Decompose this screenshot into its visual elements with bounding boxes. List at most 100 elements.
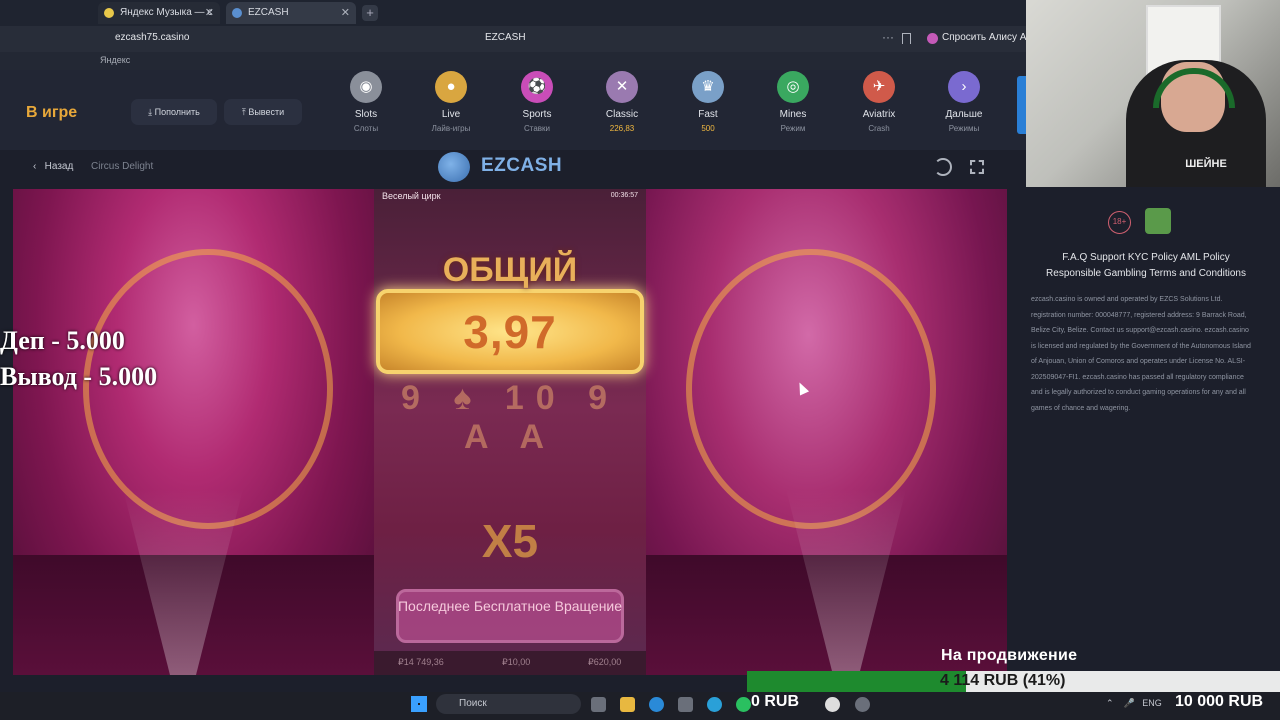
side-promo-tab[interactable]: [1017, 76, 1026, 134]
alisa-button[interactable]: Спросить Алису А: [927, 32, 1026, 43]
mines-icon: ◎: [777, 71, 809, 103]
footer-links[interactable]: Responsible Gambling Terms and Condition…: [1026, 268, 1266, 279]
app-icon[interactable]: [855, 697, 870, 712]
shirt-print: ШЕЙНЕ: [1185, 158, 1227, 170]
promo-label: На продвижение: [941, 647, 1078, 664]
stream-overlay-text: Деп - 5.000 Вывод - 5.000: [0, 323, 157, 395]
page-title: EZCASH: [485, 32, 526, 43]
category-sub: Ставки: [523, 124, 551, 133]
withdraw-button[interactable]: ⤒ Вывести: [224, 99, 302, 125]
category-label: Fast: [698, 109, 718, 120]
withdraw-label: Вывести: [248, 107, 285, 117]
site-logo[interactable]: EZCASH: [481, 155, 562, 177]
category-label: Live: [441, 109, 461, 120]
task-view-icon[interactable]: [591, 697, 606, 712]
game-title: Веселый цирк: [382, 191, 441, 201]
windows-start-icon[interactable]: [411, 696, 427, 712]
sports-icon: ⚽: [521, 71, 553, 103]
deposit-text: Деп - 5.000: [0, 326, 125, 355]
category-aviatrix[interactable]: ✈ Aviatrix Crash: [844, 70, 914, 140]
circus-arch: [686, 249, 936, 529]
more-icon[interactable]: ···: [882, 30, 894, 44]
back-button[interactable]: ‹ Назад: [33, 161, 73, 172]
tray-language: ⌃ 🎤 ENG: [1106, 698, 1162, 708]
game-footer: ₽14 749,36 ₽10,00 ₽620,00: [374, 651, 646, 675]
category-sub: Лайв-игры: [431, 124, 471, 133]
whatsapp-icon[interactable]: [736, 697, 751, 712]
bet-value: ₽10,00: [502, 657, 531, 667]
taskbar: [0, 692, 1280, 720]
category-sub: 226,83: [609, 124, 635, 133]
aviatrix-icon: ✈: [863, 71, 895, 103]
taskbar-total: 10 000 RUB: [1175, 693, 1264, 710]
license-icon[interactable]: [1145, 208, 1171, 234]
total-win: 3,97: [463, 306, 557, 358]
category-sub: Слоты: [353, 124, 379, 133]
category-live[interactable]: ● Live Лайв-игры: [416, 70, 486, 140]
total-label: ОБЩИЙ: [442, 251, 578, 289]
deposit-label: Пополнить: [154, 107, 200, 117]
edge-icon[interactable]: [649, 697, 664, 712]
category-slots[interactable]: ◉ Slots Слоты: [331, 70, 401, 140]
game-background-left: [13, 189, 374, 675]
win-value: ₽620,00: [588, 657, 622, 667]
category-sub: Crash: [868, 124, 890, 133]
category-sub: Режим: [780, 124, 806, 133]
classic-icon: ✕: [606, 71, 638, 103]
live-icon: ●: [435, 71, 467, 103]
close-icon[interactable]: ✕: [341, 2, 350, 24]
refresh-icon[interactable]: [934, 158, 952, 176]
tab-label: Яндекс Музыка — с: [120, 7, 213, 18]
back-label: Назад: [44, 161, 74, 172]
close-icon[interactable]: ✕: [205, 2, 214, 24]
next-icon: ›: [948, 71, 980, 103]
game-center[interactable]: Веселый цирк 00:36:57 ОБЩИЙ 3,97 9 ♠ 10 …: [374, 189, 646, 675]
folder-icon[interactable]: [620, 697, 635, 712]
game-frame[interactable]: Веселый цирк 00:36:57 ОБЩИЙ 3,97 9 ♠ 10 …: [13, 189, 1007, 675]
music-icon: [104, 8, 114, 18]
logo-icon: [438, 152, 470, 182]
game-clock: 00:36:57: [610, 192, 638, 199]
promo-progress-text: 4 114 RUB (41%): [940, 672, 1066, 689]
category-next[interactable]: › Дальше Режимы: [929, 70, 999, 140]
chrome-icon[interactable]: [825, 697, 840, 712]
url-field[interactable]: ezcash75.casino: [115, 32, 190, 43]
game-name: Circus Delight: [91, 161, 154, 172]
category-classic[interactable]: ✕ Classic 226,83: [587, 70, 657, 140]
store-icon[interactable]: [678, 697, 693, 712]
age-badge: 18+: [1108, 211, 1131, 234]
taskbar-search[interactable]: Поиск: [436, 694, 581, 714]
tab-ezcash[interactable]: EZCASH ✕: [226, 2, 356, 24]
bookmark-icon[interactable]: [902, 33, 911, 44]
deposit-button[interactable]: ⤓ Пополнить: [131, 99, 217, 125]
fullscreen-icon[interactable]: [970, 160, 984, 174]
category-mines[interactable]: ◎ Mines Режим: [758, 70, 828, 140]
fast-icon: ♛: [692, 71, 724, 103]
slots-icon: ◉: [350, 71, 382, 103]
category-label: Slots: [354, 109, 378, 120]
multiplier: X5: [481, 515, 539, 567]
reels: 9 ♠ 10 9 A A: [400, 379, 620, 456]
telegram-icon[interactable]: [707, 697, 722, 712]
status-label: В игре: [26, 104, 78, 121]
tab-label: EZCASH: [248, 7, 289, 18]
search-placeholder: Поиск: [459, 698, 487, 709]
category-sub: Режимы: [948, 124, 980, 133]
new-tab-button[interactable]: +: [362, 5, 378, 21]
category-label: Mines: [779, 109, 807, 120]
category-sports[interactable]: ⚽ Sports Ставки: [502, 70, 572, 140]
game-background-right: [646, 189, 1007, 675]
site-footer-panel: [1026, 189, 1280, 689]
lang-label: ENG: [1142, 698, 1162, 708]
legal-text: ezcash.casino is owned and operated by E…: [1031, 296, 1251, 412]
category-fast[interactable]: ♛ Fast 500: [673, 70, 743, 140]
category-label: Classic: [605, 109, 639, 120]
promo-progress-fill: [747, 671, 966, 692]
category-label: Aviatrix: [862, 109, 896, 120]
taskbar-rub: 0 RUB: [751, 693, 800, 710]
footer-links[interactable]: F.A.Q Support KYC Policy AML Policy: [1026, 252, 1266, 263]
category-label: Sports: [522, 109, 552, 120]
bookmark-yandex[interactable]: Яндекс: [100, 55, 130, 65]
category-sub: 500: [701, 124, 715, 133]
tab-yandex-music[interactable]: Яндекс Музыка — с ✕: [98, 2, 220, 24]
